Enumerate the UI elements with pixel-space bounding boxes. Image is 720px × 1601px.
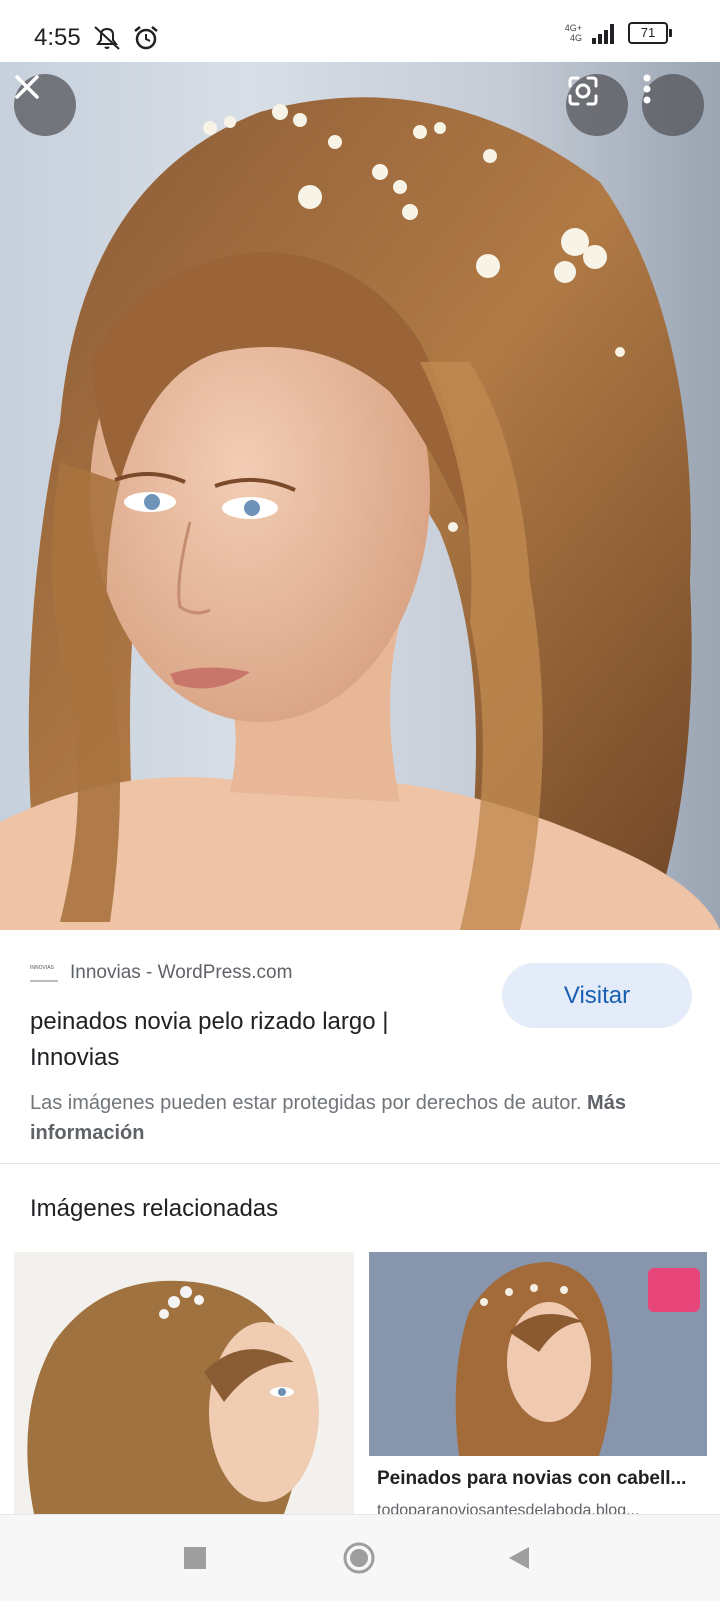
close-button[interactable] (14, 74, 76, 136)
triangle-back-icon (509, 1547, 529, 1569)
site-favicon: INNOVIAS (30, 964, 58, 982)
status-icons-left (92, 24, 160, 52)
status-time: 4:55 (34, 24, 81, 51)
home-button[interactable] (336, 1535, 382, 1581)
lens-button[interactable] (566, 74, 628, 136)
related-heading: Imágenes relacionadas (30, 1195, 279, 1222)
navigation-bar (0, 1514, 720, 1601)
recents-button[interactable] (172, 1535, 218, 1581)
status-right: 4G+ 4G 71 (565, 22, 672, 44)
main-image[interactable] (0, 62, 720, 930)
bride-photo (0, 97, 720, 930)
related-image-1[interactable] (14, 1252, 354, 1514)
more-vert-icon (643, 74, 651, 104)
related-site-2[interactable]: todoparanoviosantesdelaboda.blog... (377, 1500, 697, 1514)
visit-button[interactable]: Visitar (502, 963, 692, 1028)
network-type: 4G+ 4G (565, 23, 582, 43)
google-lens-icon (568, 76, 598, 106)
more-options-button[interactable] (642, 74, 704, 136)
result-title[interactable]: peinados novia pelo rizado largo | Innov… (30, 1004, 480, 1076)
related-caption-2[interactable]: Peinados para novias con cabell... (377, 1468, 697, 1490)
divider (0, 1163, 720, 1164)
related-photo-1 (27, 1280, 319, 1514)
alarm-icon (134, 26, 158, 50)
close-icon (15, 75, 39, 99)
signal-icon (592, 24, 614, 44)
source-name[interactable]: Innovias - WordPress.com (70, 962, 292, 984)
network-label-bottom: 4G (569, 33, 582, 43)
battery-level: 71 (628, 22, 668, 44)
status-bar: 4:55 4G+ 4G 71 (0, 0, 720, 62)
network-label-top: 4G+ (564, 23, 582, 33)
battery-icon: 71 (628, 22, 672, 44)
notifications-off-icon (94, 26, 120, 50)
circle-home-icon (343, 1542, 375, 1574)
brand-logo (648, 1268, 700, 1312)
copyright-text: Las imágenes pueden estar protegidas por… (30, 1092, 582, 1114)
copyright-notice: Las imágenes pueden estar protegidas por… (30, 1088, 630, 1148)
square-recents-icon (184, 1547, 206, 1569)
source-row[interactable]: INNOVIAS Innovias - WordPress.com (30, 962, 292, 984)
back-button[interactable] (496, 1535, 542, 1581)
